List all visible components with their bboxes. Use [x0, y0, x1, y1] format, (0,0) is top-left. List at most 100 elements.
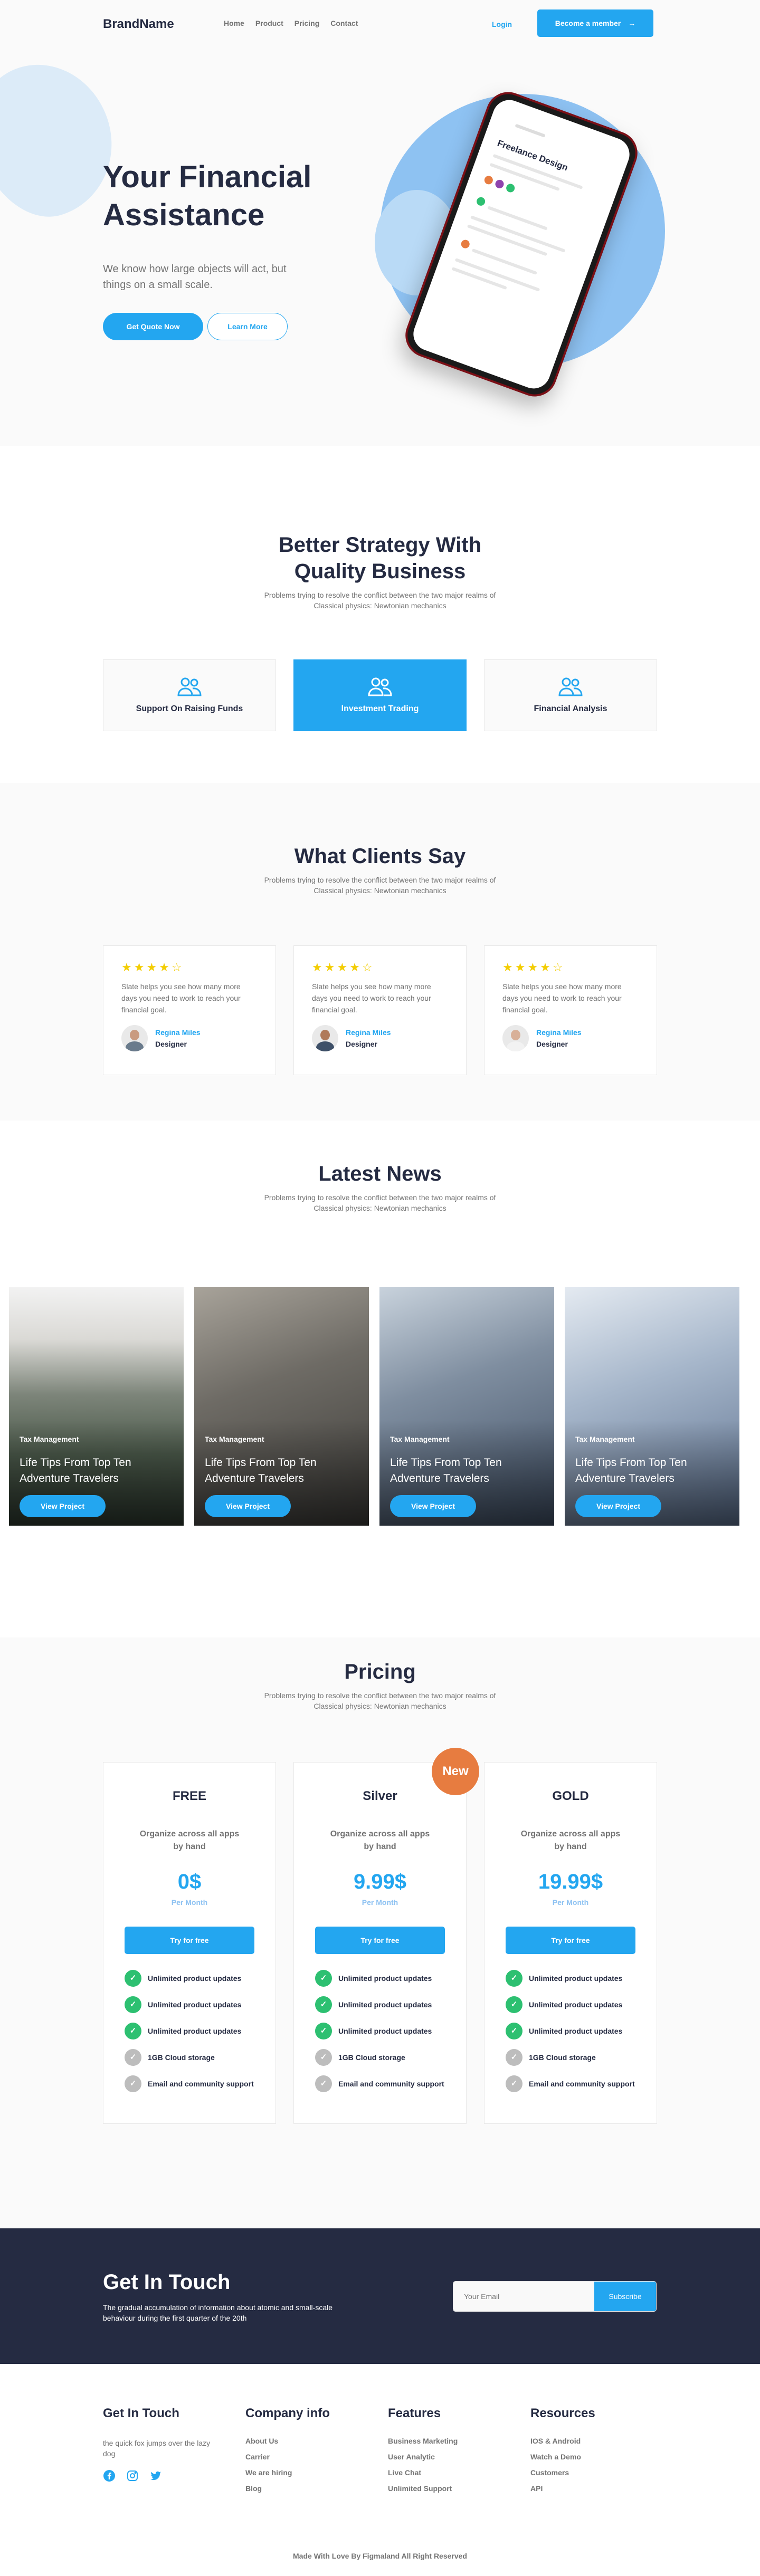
learn-more-button[interactable]: Learn More: [207, 313, 288, 340]
testimonial-card: ★★★★☆ Slate helps you see how many more …: [103, 945, 276, 1075]
feature-card[interactable]: Support On Raising Funds: [103, 659, 276, 731]
pricing-card-silver: New Silver Organize across all apps by h…: [293, 1748, 479, 2124]
login-link[interactable]: Login: [492, 20, 512, 28]
try-for-free-button[interactable]: Try for free: [315, 1927, 445, 1954]
news-title[interactable]: Life Tips From Top Ten Adventure Travele…: [390, 1455, 527, 1487]
star-rating: ★★★★☆: [502, 961, 565, 974]
person-name[interactable]: Regina Miles: [346, 1028, 391, 1037]
pricing-card-free: FREE Organize across all apps by hand 0$…: [103, 1762, 276, 2124]
get-quote-button[interactable]: Get Quote Now: [103, 313, 203, 340]
footer-link[interactable]: Blog: [245, 2484, 330, 2493]
check-icon: ✓: [315, 1970, 332, 1987]
section-subtitle: Problems trying to resolve the conflict …: [264, 591, 496, 610]
footer-link[interactable]: Watch a Demo: [530, 2453, 595, 2461]
pricing-row: FREE Organize across all apps by hand 0$…: [103, 1748, 657, 2124]
phone-avatar: [505, 183, 516, 194]
contact-section: Get In Touch The gradual accumulation of…: [0, 2228, 760, 2364]
news-card: Tax Management Life Tips From Top Ten Ad…: [194, 1287, 369, 1526]
view-project-button[interactable]: View Project: [575, 1495, 661, 1517]
section-header: Better Strategy With Quality Business Pr…: [0, 532, 760, 611]
subscribe-button[interactable]: Subscribe: [594, 2282, 656, 2311]
section-title: What Clients Say: [294, 845, 466, 868]
section-subtitle: Problems trying to resolve the conflict …: [264, 1691, 496, 1710]
nav-links: Home Product Pricing Contact: [224, 19, 358, 27]
copyright-text: Made With Love By Figmaland All Right Re…: [293, 2552, 467, 2560]
person-role: Designer: [536, 1040, 568, 1048]
person-role: Designer: [346, 1040, 377, 1048]
check-disabled-icon: ✓: [125, 2049, 141, 2066]
footer-link[interactable]: API: [530, 2484, 595, 2493]
hero-text: We know how large objects will act, but …: [103, 263, 287, 291]
new-badge: New: [432, 1748, 479, 1795]
footer-link[interactable]: We are hiring: [245, 2468, 330, 2477]
news-title[interactable]: Life Tips From Top Ten Adventure Travele…: [20, 1455, 157, 1487]
avatar: [502, 1025, 529, 1051]
testimonial-person: Regina Miles Designer: [312, 1025, 448, 1051]
testimonials-section: What Clients Say Problems trying to reso…: [0, 783, 760, 1121]
footer-col-company: Company info About Us Carrier We are hir…: [245, 2406, 330, 2500]
plan-feature: ✓ 1GB Cloud storage: [125, 2049, 262, 2066]
news-tag: Tax Management: [575, 1435, 635, 1443]
testimonial-quote: Slate helps you see how many more days y…: [312, 982, 431, 1014]
nav-link-contact[interactable]: Contact: [330, 19, 358, 27]
news-title[interactable]: Life Tips From Top Ten Adventure Travele…: [575, 1455, 712, 1487]
news-title[interactable]: Life Tips From Top Ten Adventure Travele…: [205, 1455, 342, 1487]
feature-label: Financial Analysis: [534, 704, 607, 713]
plan-feature: ✓ Unlimited product updates: [315, 1996, 452, 2013]
check-disabled-icon: ✓: [315, 2075, 332, 2092]
check-icon: ✓: [125, 1970, 141, 1987]
phone-line: [451, 267, 507, 290]
try-for-free-button[interactable]: Try for free: [125, 1927, 254, 1954]
nav-link-product[interactable]: Product: [255, 19, 283, 27]
check-icon: ✓: [315, 1996, 332, 2013]
check-icon: ✓: [125, 2023, 141, 2039]
footer-link[interactable]: Customers: [530, 2468, 595, 2477]
view-project-button[interactable]: View Project: [20, 1495, 106, 1517]
footer-link[interactable]: Business Marketing: [388, 2437, 458, 2445]
avatar: [121, 1025, 148, 1051]
feature-card-active[interactable]: Investment Trading: [293, 659, 467, 731]
footer-link[interactable]: User Analytic: [388, 2453, 458, 2461]
plan-price: 0$: [177, 1870, 202, 1893]
plan-features: ✓ Unlimited product updates ✓ Unlimited pr…: [125, 1970, 262, 2092]
pricing-card-gold: GOLD Organize across all apps by hand 19…: [484, 1762, 657, 2124]
instagram-icon[interactable]: [126, 2469, 139, 2482]
view-project-button[interactable]: View Project: [205, 1495, 291, 1517]
footer-link[interactable]: Carrier: [245, 2453, 330, 2461]
section-header: Pricing Problems trying to resolve the c…: [0, 1659, 760, 1711]
plan-feature: ✓ 1GB Cloud storage: [506, 2049, 643, 2066]
view-project-button[interactable]: View Project: [390, 1495, 476, 1517]
person-name[interactable]: Regina Miles: [155, 1028, 201, 1037]
try-for-free-button[interactable]: Try for free: [506, 1927, 635, 1954]
twitter-icon[interactable]: [149, 2469, 162, 2482]
plan-name: Silver: [363, 1789, 397, 1803]
plan-feature: ✓ Email and community support: [506, 2075, 643, 2092]
footer-link[interactable]: About Us: [245, 2437, 330, 2445]
section-subtitle: Problems trying to resolve the conflict …: [264, 876, 496, 895]
pricing-section: Pricing Problems trying to resolve the c…: [0, 1637, 760, 2228]
news-card: Tax Management Life Tips From Top Ten Ad…: [9, 1287, 184, 1526]
become-member-button[interactable]: Become a member →: [537, 9, 653, 37]
users-icon: [368, 677, 392, 696]
feature-card[interactable]: Financial Analysis: [484, 659, 657, 731]
check-icon: ✓: [506, 1996, 522, 2013]
footer-description: the quick fox jumps over the lazy dog: [103, 2439, 211, 2458]
footer-heading: Get In Touch: [103, 2406, 179, 2420]
person-name[interactable]: Regina Miles: [536, 1028, 582, 1037]
footer-link[interactable]: Unlimited Support: [388, 2484, 458, 2493]
plan-period: Per Month: [552, 1898, 589, 1907]
feature-label: Investment Trading: [341, 704, 419, 713]
footer-link[interactable]: Live Chat: [388, 2468, 458, 2477]
brand-logo[interactable]: BrandName: [103, 17, 174, 32]
email-input[interactable]: [453, 2282, 594, 2311]
plan-description: Organize across all apps by hand: [330, 1830, 430, 1851]
nav-link-pricing[interactable]: Pricing: [294, 19, 319, 27]
plan-price: 19.99$: [538, 1870, 603, 1893]
testimonial-quote: Slate helps you see how many more days y…: [121, 982, 241, 1014]
check-icon: ✓: [315, 2023, 332, 2039]
footer-links: Business Marketing User Analytic Live Ch…: [388, 2437, 458, 2493]
footer-link[interactable]: IOS & Android: [530, 2437, 595, 2445]
news-tag: Tax Management: [20, 1435, 79, 1443]
nav-link-home[interactable]: Home: [224, 19, 244, 27]
facebook-icon[interactable]: [103, 2469, 116, 2482]
